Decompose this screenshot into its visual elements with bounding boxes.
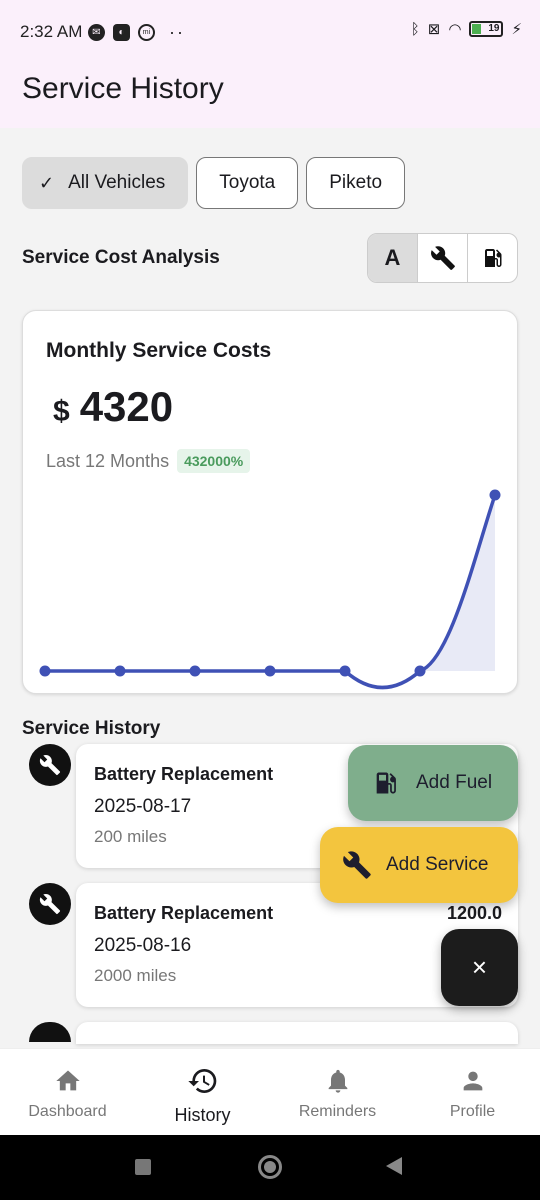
service-date: 2025-08-16 (94, 935, 192, 956)
charging-icon: ⚡ (511, 21, 522, 38)
notification-icons: ✉ ◐ mi ·· (88, 22, 185, 43)
chart-point (189, 665, 201, 677)
bluetooth-icon: ᛒ (410, 20, 420, 38)
wifi-icon: ◠ (448, 21, 462, 38)
battery-icon: 19 (469, 21, 504, 37)
chart-area-fill (420, 495, 495, 671)
amount-value: 4320 (79, 383, 174, 430)
nav-profile[interactable]: Profile (405, 1049, 540, 1135)
nav-label: Dashboard (28, 1103, 107, 1120)
battery-level: 19 (488, 23, 500, 34)
nav-label: Profile (449, 1103, 496, 1120)
cost-line-chart (39, 489, 501, 690)
currency-symbol: $ (53, 395, 70, 428)
chip-label: Piketo (329, 172, 383, 193)
segment-all-label: A (384, 245, 401, 270)
close-icon: × (471, 952, 488, 982)
service-cost: 1200.0 (446, 903, 502, 923)
wrench-icon (39, 755, 61, 776)
chip-piketo[interactable]: Piketo (306, 157, 406, 209)
card-title: Monthly Service Costs (46, 339, 272, 362)
chip-all-vehicles[interactable]: ✓ All Vehicles (22, 157, 189, 209)
bottom-navigation: Dashboard History Reminders Profile (0, 1048, 540, 1135)
back-button[interactable] (386, 1157, 402, 1175)
status-time: 2:32 AM (20, 22, 83, 41)
service-date: 2025-08-17 (94, 796, 192, 817)
page-title: Service History (22, 72, 224, 105)
chart-point (414, 665, 426, 677)
messenger-icon: ✉ (88, 24, 105, 41)
more-notifications-icon: ·· (169, 22, 185, 42)
nav-label: Reminders (298, 1103, 377, 1120)
add-fuel-label: Add Fuel (416, 772, 493, 793)
history-icon (187, 1069, 216, 1093)
person-icon (463, 1071, 482, 1091)
service-miles: 2000 miles (94, 966, 177, 985)
history-title: Service History (22, 718, 161, 739)
period-label: Last 12 Months (46, 450, 170, 471)
home-button[interactable] (258, 1155, 282, 1179)
home-icon (55, 1070, 80, 1091)
wrench-icon (39, 894, 61, 915)
fuel-icon (484, 249, 501, 267)
wrench-icon (343, 851, 371, 879)
analysis-label: Service Cost Analysis (22, 247, 220, 268)
check-icon: ✓ (39, 172, 55, 193)
chart-point (264, 665, 276, 677)
app-icon: ◐ (113, 24, 130, 41)
timeline-service-marker (29, 883, 71, 925)
chart-series-line (45, 494, 497, 690)
mi-icon: mi (138, 24, 155, 41)
nav-history[interactable]: History (135, 1049, 270, 1135)
close-fab-button[interactable]: × (441, 929, 518, 1006)
system-navigation-bar (0, 1135, 540, 1200)
nav-label: History (174, 1105, 231, 1125)
no-sim-icon: ⊠ (427, 21, 441, 38)
chart-point (339, 665, 351, 677)
monthly-costs-card: Monthly Service Costs $ 4320 Last 12 Mon… (22, 310, 518, 694)
chip-toyota[interactable]: Toyota (196, 157, 299, 209)
change-badge: 432000% (177, 449, 251, 473)
chip-label: All Vehicles (68, 172, 166, 193)
chart-point (39, 665, 51, 677)
add-fuel-button[interactable]: Add Fuel (348, 745, 518, 821)
nav-reminders[interactable]: Reminders (270, 1049, 405, 1135)
service-miles: 200 miles (94, 827, 167, 846)
chip-label: Toyota (219, 172, 276, 193)
analysis-segment-toggle: A (367, 233, 518, 283)
chart-point (489, 489, 501, 501)
status-bar: 2:32 AM ✉ ◐ mi ·· ᛒ ⊠ ◠ 19 ⚡ (0, 0, 540, 62)
bell-icon (328, 1069, 347, 1093)
chart-point (114, 665, 126, 677)
timeline-service-marker (29, 1022, 71, 1042)
system-icons: ᛒ ⊠ ◠ 19 ⚡ (410, 20, 522, 39)
vehicle-filter-chips: ✓ All Vehicles Toyota Piketo (22, 157, 406, 209)
add-service-label: Add Service (386, 854, 489, 875)
segment-fuel[interactable] (467, 234, 517, 282)
segment-all[interactable]: A (368, 234, 417, 282)
history-item-partial[interactable] (76, 1022, 518, 1044)
total-amount: $ 4320 (53, 383, 173, 431)
app-bar: Service History (0, 62, 540, 128)
period-row: Last 12 Months 432000% (46, 449, 251, 473)
fuel-icon (376, 772, 396, 794)
add-service-button[interactable]: Add Service (320, 827, 518, 903)
nav-dashboard[interactable]: Dashboard (0, 1049, 135, 1135)
segment-service[interactable] (417, 234, 467, 282)
service-title: Battery Replacement (94, 764, 274, 784)
recents-button[interactable] (135, 1159, 151, 1175)
wrench-icon (430, 246, 455, 270)
timeline-service-marker (29, 744, 71, 786)
service-title: Battery Replacement (94, 903, 274, 923)
